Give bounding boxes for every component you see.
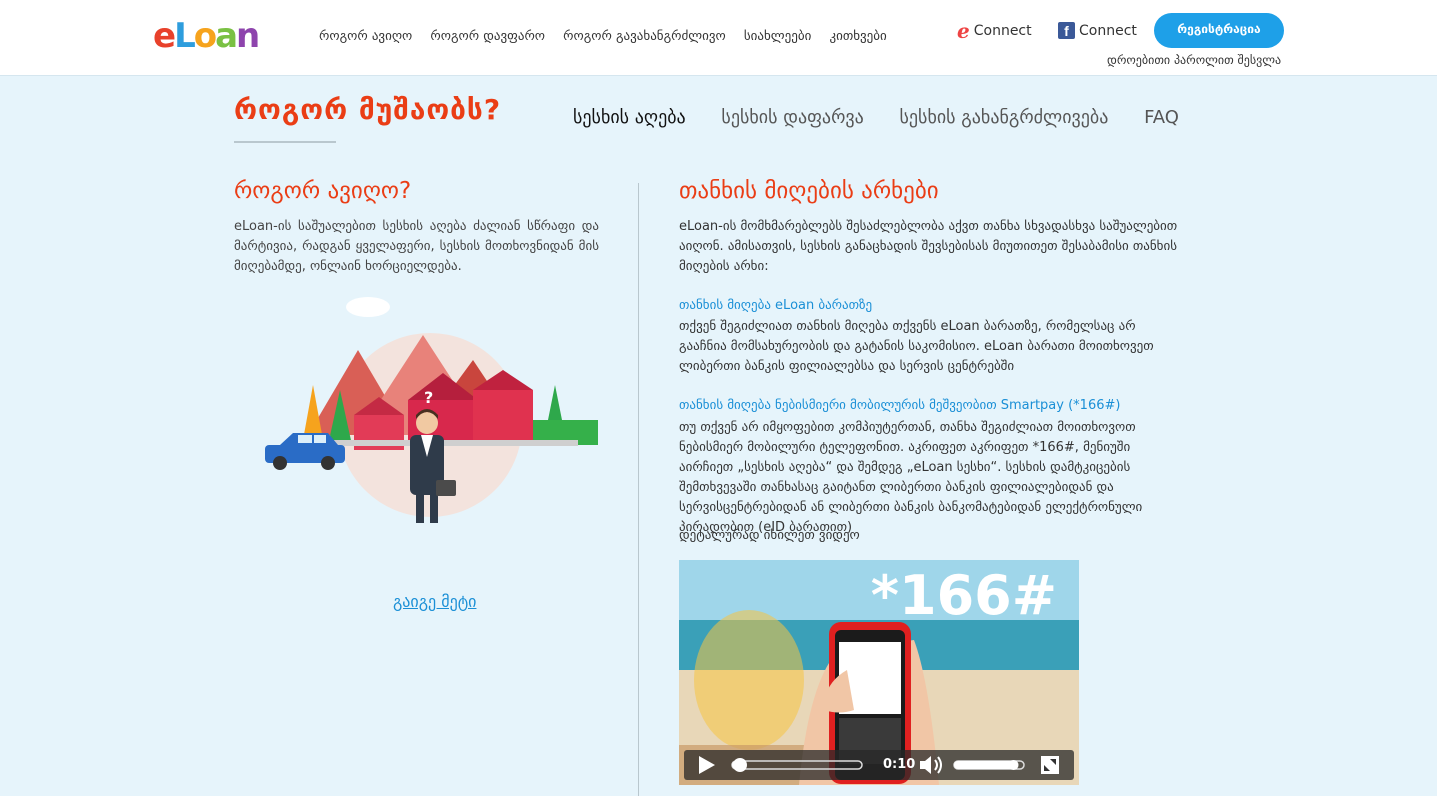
video-controls-graphics [699, 756, 1059, 774]
see-video-label: დეტალურად იხილეთ ვიდეო [679, 528, 860, 543]
tab-extend-loan[interactable]: სესხის გახანგრძლივება [900, 107, 1109, 128]
mobile-channel-title: თანხის მიღება ნებისმიერი მობილურის მეშვე… [679, 398, 1121, 413]
card-channel-text: თქვენ შეგიძლიათ თანხის მიღება თქვენს eLo… [679, 319, 1154, 374]
video-time: 0:10 [883, 757, 916, 772]
city-illustration: ? [265, 297, 598, 523]
facebook-icon: f [1058, 22, 1075, 39]
nav-faq[interactable]: კითხვები [829, 29, 886, 44]
video-code-overlay: *166# [870, 564, 1057, 627]
tab-repay-loan[interactable]: სესხის დაფარვა [721, 107, 863, 128]
card-channel-title: თანხის მიღება eLoan ბარათზე [679, 298, 873, 313]
volume-bar-fill [954, 761, 1014, 769]
section-tabs: სესხის აღება სესხის დაფარვა სესხის გახან… [573, 107, 1209, 128]
nav-how-to-take[interactable]: როგორ ავიღო [319, 29, 412, 44]
eloan-logo[interactable]: eLoan [153, 16, 260, 56]
tab-faq[interactable]: FAQ [1144, 107, 1179, 128]
title-underline [234, 141, 336, 143]
temp-password-login-link[interactable]: დროებითი პაროლით შესვლა [1107, 53, 1281, 67]
mobile-channel-text: თუ თქვენ არ იმყოფებით კომპიუტერთან, თანხ… [679, 420, 1143, 535]
learn-more-link[interactable]: გაიგე მეტი [393, 592, 476, 611]
nav-news[interactable]: სიახლეები [744, 29, 811, 44]
how-to-take-text: eLoan-ის საშუალებით სესხის აღება ძალიან … [234, 219, 599, 274]
channels-intro-text: eLoan-ის მომხმარებლებს შესაძლებლობა აქვთ… [679, 219, 1178, 274]
how-to-take-heading: როგორ ავიღო? [234, 178, 412, 204]
top-bar: eLoan როგორ ავიღო როგორ დავფარო როგორ გა… [0, 0, 1437, 76]
channels-heading: თანხის მიღების არხები [679, 178, 939, 204]
nav-how-to-extend[interactable]: როგორ გავახანგრძლივო [563, 29, 726, 44]
main-nav: როგორ ავიღო როგორ დავფარო როგორ გავახანგ… [319, 29, 901, 44]
fullscreen-icon [1041, 756, 1059, 774]
volume-knob [1008, 760, 1019, 770]
svg-text:?: ? [424, 388, 433, 407]
e-connect-button[interactable]: ℯ Connect [957, 19, 1032, 43]
video-controls: 0:10 [684, 750, 1074, 780]
page-title: როგორ მუშაობს? [234, 93, 502, 126]
column-divider [638, 183, 639, 796]
nav-how-to-pay[interactable]: როგორ დავფარო [430, 29, 545, 44]
volume-icon [920, 756, 931, 774]
tab-take-loan[interactable]: სესხის აღება [573, 107, 686, 128]
facebook-connect-label: Connect [1079, 22, 1137, 39]
e-logo-icon: ℯ [957, 19, 970, 43]
register-button[interactable]: რეგისტრაცია [1154, 13, 1284, 48]
play-icon [699, 756, 715, 774]
seek-bar [731, 760, 863, 770]
video-player[interactable]: *166# 0:10 [679, 560, 1079, 785]
e-connect-label: Connect [973, 23, 1032, 39]
seek-knob [733, 758, 747, 772]
facebook-connect-button[interactable]: f Connect [1058, 22, 1137, 39]
